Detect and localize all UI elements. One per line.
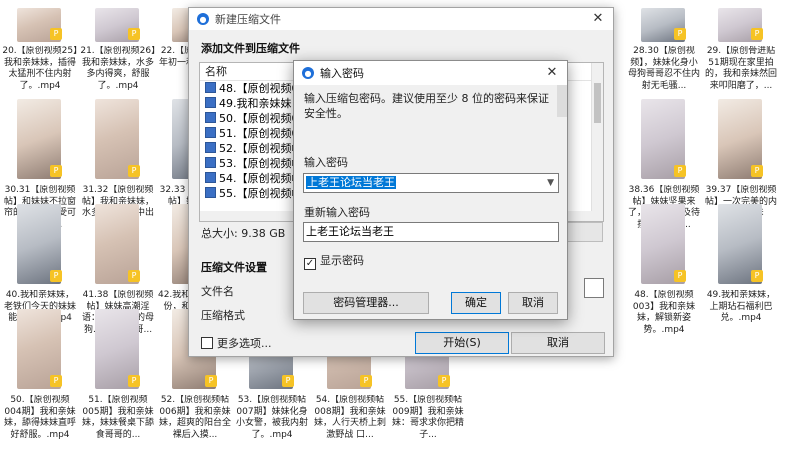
player-badge-icon: P bbox=[50, 270, 62, 282]
player-badge-icon: P bbox=[128, 165, 140, 177]
show-password[interactable]: ✓ 显示密码 bbox=[304, 252, 364, 270]
player-badge-icon: P bbox=[128, 270, 140, 282]
app-icon: ● bbox=[197, 13, 209, 25]
filename-browse[interactable] bbox=[584, 278, 604, 298]
player-badge-icon: P bbox=[282, 375, 294, 387]
file-caption: 54.【原创视频帖008期】我和亲妹妹，人行天桥上刺激野战 口... bbox=[313, 395, 386, 440]
player-badge-icon: P bbox=[751, 28, 763, 40]
file-item[interactable]: P 48.【原创视频003】我和亲妹妹，解锁新姿势。.mp4 bbox=[624, 200, 702, 335]
player-badge-icon: P bbox=[674, 28, 686, 40]
password-label: 输入密码 bbox=[304, 156, 348, 169]
password-field[interactable]: 上老王论坛当老王 ▼ bbox=[303, 173, 559, 193]
video-file-icon bbox=[205, 82, 216, 93]
file-caption: 49.我和亲妹妹，上期玷石福利巴兑。.mp4 bbox=[706, 290, 776, 323]
password-dialog-title: 输入密码 bbox=[320, 67, 364, 80]
player-badge-icon: P bbox=[50, 375, 62, 387]
file-caption: 50.【原创视频004期】我和亲妹妹，舔得妹妹直呼好舒服。.mp4 bbox=[3, 395, 76, 440]
file-caption: 28.30【原创视频】，妹妹化身小母狗哥哥忍不住内射无毛骚... bbox=[627, 46, 700, 91]
player-badge-icon: P bbox=[751, 270, 763, 282]
close-icon[interactable]: ✕ bbox=[589, 10, 607, 28]
video-file-icon bbox=[205, 142, 216, 153]
confirm-password-field[interactable]: 上老王论坛当老王 bbox=[303, 222, 559, 242]
file-item[interactable]: P30.31【原创视频帖】和妹妹不拉窗帘的性爱，享受可能被看到... bbox=[0, 95, 78, 230]
file-item[interactable]: P31.32【原创视频帖】我和亲妹妹，水多多，内射中出我可要... bbox=[78, 95, 156, 230]
file-caption: 52.【原创视频帖006期】我和亲妹妹，超爽的阳台全裸后入摸... bbox=[158, 395, 231, 440]
file-caption: 48.【原创视频003】我和亲妹妹，解锁新姿势。.mp4 bbox=[632, 290, 696, 335]
password-value: 上老王论坛当老王 bbox=[306, 176, 396, 189]
player-badge-icon: P bbox=[128, 28, 140, 40]
confirm-password-value: 上老王论坛当老王 bbox=[306, 225, 394, 238]
close-icon[interactable]: ✕ bbox=[543, 64, 561, 82]
app-icon: ● bbox=[302, 67, 314, 79]
player-badge-icon: P bbox=[50, 28, 62, 40]
main-dialog-titlebar[interactable]: ● 新建压缩文件 ✕ bbox=[189, 8, 613, 30]
password-description: 输入压缩包密码。建议使用至少 8 位的密码来保证安全性。 bbox=[304, 92, 549, 120]
chevron-down-icon[interactable]: ▼ bbox=[547, 174, 554, 192]
player-badge-icon: P bbox=[438, 375, 450, 387]
video-file-icon bbox=[205, 157, 216, 168]
settings-heading: 压缩文件设置 bbox=[201, 261, 267, 274]
total-size: 总大小: 9.38 GB bbox=[201, 227, 286, 240]
password-manager-button[interactable]: 密码管理器... bbox=[303, 292, 429, 314]
file-item[interactable]: P40.我和亲妹妹，老铁们今天的妹妹能打几分?.mp4 bbox=[0, 200, 78, 323]
video-file-icon bbox=[205, 187, 216, 198]
video-file-icon bbox=[205, 172, 216, 183]
file-item[interactable]: P38.36【原创视频帖】妹妹坚果来了，小穴追不及待摆被插入，... bbox=[624, 95, 702, 230]
file-caption: 20.【原创视频25】我和亲妹妹，插得太猛刑不住内射了。.mp4 bbox=[2, 46, 78, 91]
video-file-icon bbox=[205, 112, 216, 123]
player-badge-icon: P bbox=[674, 270, 686, 282]
start-button[interactable]: 开始(S) bbox=[415, 332, 509, 354]
file-caption: 29.【原创骨进贴51期现在家里拍的，我和亲妹然回来叩阳磨了，... bbox=[704, 46, 777, 91]
more-options-checkbox[interactable] bbox=[201, 337, 213, 349]
file-item[interactable]: P 50.【原创视频004期】我和亲妹妹，舔得妹妹直呼好舒服。.mp4 bbox=[0, 305, 78, 440]
password-dialog-titlebar[interactable]: ● 输入密码 ✕ bbox=[294, 61, 567, 85]
cancel-button[interactable]: 取消 bbox=[511, 332, 605, 354]
show-password-label: 显示密码 bbox=[320, 254, 364, 267]
format-label: 压缩格式 bbox=[201, 309, 245, 322]
password-cancel-button[interactable]: 取消 bbox=[508, 292, 558, 314]
player-badge-icon: P bbox=[128, 375, 140, 387]
file-caption: 53.【原创视频帖007期】妹妹化身小女警，被我内射了。.mp4 bbox=[235, 395, 308, 440]
file-caption: 55.【原创视频帖009期】我和亲妹妹：哥求求你把精子... bbox=[391, 395, 464, 440]
player-badge-icon: P bbox=[50, 165, 62, 177]
password-dialog-scrollbar[interactable] bbox=[557, 85, 567, 117]
password-dialog: ● 输入密码 ✕ 输入压缩包密码。建议使用至少 8 位的密码来保证安全性。 输入… bbox=[293, 60, 568, 320]
main-dialog-title: 新建压缩文件 bbox=[215, 13, 281, 26]
video-file-icon bbox=[205, 127, 216, 138]
player-badge-icon: P bbox=[751, 165, 763, 177]
file-caption: 21.【原创视频26】我和亲妹妹，水多多内得爽，舒服了。.mp4 bbox=[80, 46, 156, 91]
show-password-checkbox[interactable]: ✓ bbox=[304, 258, 316, 270]
video-file-icon bbox=[205, 97, 216, 108]
player-badge-icon: P bbox=[360, 375, 372, 387]
size-side-button[interactable] bbox=[567, 222, 603, 242]
add-files-heading: 添加文件到压缩文件 bbox=[201, 42, 300, 55]
filename-label: 文件名 bbox=[201, 285, 234, 298]
confirm-password-label: 重新输入密码 bbox=[304, 206, 370, 219]
player-badge-icon: P bbox=[205, 375, 217, 387]
ok-button[interactable]: 确定 bbox=[451, 292, 501, 314]
file-list-scrollbar[interactable] bbox=[591, 63, 603, 221]
file-item[interactable]: P 51.【原创视频005期】我和亲妹妹，妹妹餐桌下舔食哥哥的... bbox=[78, 305, 156, 440]
more-options-label: 更多选项... bbox=[217, 337, 272, 350]
file-caption: 51.【原创视频005期】我和亲妹妹，妹妹餐桌下舔食哥哥的... bbox=[81, 395, 154, 440]
file-item[interactable]: P 49.我和亲妹妹，上期玷石福利巴兑。.mp4 bbox=[701, 200, 779, 323]
file-item[interactable]: P41.38【原创视频帖】妹妹高潮淫语：我是哥哥的母狗.......(原创哥..… bbox=[78, 200, 156, 335]
player-badge-icon: P bbox=[674, 165, 686, 177]
more-options[interactable]: 更多选项... bbox=[201, 335, 272, 351]
file-item[interactable]: P39.37【原创视频帖】一次完美的内射中出亲妹妹。.mp4 bbox=[701, 95, 779, 230]
